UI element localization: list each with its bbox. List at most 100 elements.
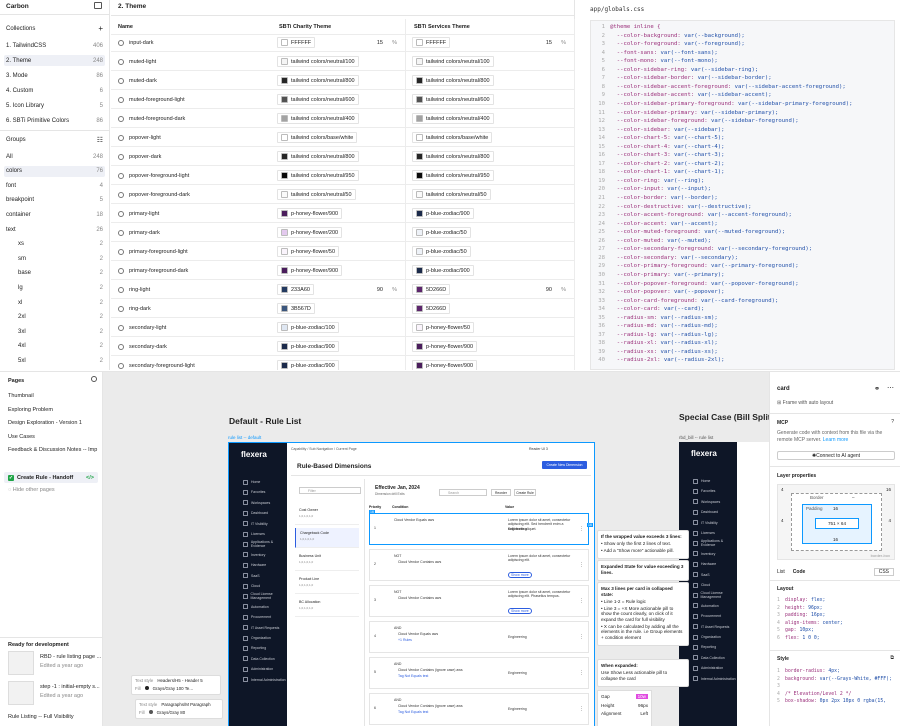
app-nav-item[interactable]: Internal Administration [243, 677, 286, 683]
lang-select[interactable]: CSS [873, 568, 894, 576]
table-row[interactable]: ring-light 233A60 90% 5D266D 90% [111, 280, 575, 299]
learn-more-link[interactable]: Learn more [823, 437, 849, 443]
value-cell[interactable]: tailwind colors/neutral/800 [406, 147, 575, 166]
value-cell[interactable]: p-honey-flower/900 [406, 356, 575, 370]
table-row[interactable]: primary-foreground-dark p-honey-flower/90… [111, 261, 575, 280]
value-cell[interactable]: p-blue-zodiac/900 [406, 204, 575, 223]
copy-icon[interactable]: ⧉ [890, 655, 894, 661]
value-cell[interactable]: tailwind colors/neutral/600 [271, 90, 406, 109]
table-row[interactable]: popover-foreground-dark tailwind colors/n… [111, 185, 575, 204]
rule-menu-icon[interactable]: ⋮ [579, 598, 584, 604]
dimension-item[interactable]: Business Unit 1,0,1,0,1,0 [295, 551, 359, 571]
app-nav-item[interactable]: IT Asset Requests [243, 625, 279, 631]
group-item[interactable]: container 18 [6, 209, 103, 220]
rule-line-3[interactable]: Tag Not Equals test [398, 674, 428, 678]
value-cell[interactable]: p-honey-flower/50 [271, 242, 406, 261]
value-cell[interactable]: p-blue-zodiac/50 [406, 223, 575, 242]
value-cell[interactable]: 233A60 90% [271, 280, 406, 299]
app-nav-item[interactable]: SaaS [243, 573, 260, 579]
table-row[interactable]: primary-foreground-light p-honey-flower/5… [111, 242, 575, 261]
group-item[interactable]: text 26 [6, 224, 103, 235]
app-nav-item[interactable]: IT Visibility [243, 521, 268, 527]
collection-item[interactable]: 5. Icon Library 5 [6, 100, 103, 111]
value-cell[interactable]: tailwind colors/neutral/100 [271, 52, 406, 71]
sidebar-toggle-icon[interactable] [94, 2, 102, 9]
value-cell[interactable]: p-blue-zodiac/900 [271, 337, 406, 356]
layout-code[interactable]: 1 display: flex; 2 height: 96px; 3 padding: 1… [777, 598, 895, 643]
value-cell[interactable]: tailwind colors/neutral/100 [406, 52, 575, 71]
value-cell[interactable]: tailwind colors/neutral/50 [271, 185, 406, 204]
hide-other-pages[interactable]: ◌ Hide other pages [8, 487, 55, 493]
value-cell[interactable]: p-blue-zodiac/100 [271, 318, 406, 337]
group-item[interactable]: 2xl 2 [6, 312, 103, 323]
group-item[interactable]: xs 2 [6, 239, 103, 250]
rule-menu-icon[interactable]: ⋮ [579, 562, 584, 568]
value-cell[interactable]: 3B567D [271, 299, 406, 318]
app-nav-item[interactable]: Favorites [693, 488, 715, 494]
app-nav-item[interactable]: Cloud [693, 582, 710, 588]
value-cell[interactable]: FFFFFF 15% [406, 33, 575, 52]
value-cell[interactable]: 5D266D [406, 299, 575, 318]
rule-search-input[interactable]: Search [439, 489, 487, 496]
app-nav-item[interactable]: Workspaces [243, 500, 270, 506]
rule-card[interactable]: 6 AND Cloud Vendor Contains (ignore case) … [369, 693, 589, 725]
frame1-label[interactable]: rule list -- default [228, 435, 261, 440]
app-nav-item[interactable]: Automation [243, 604, 269, 610]
opacity-value[interactable]: 15 [377, 40, 383, 46]
app-nav-item[interactable]: Inventory [693, 551, 715, 557]
collection-item[interactable]: 2. Theme 248 [4, 55, 105, 66]
style-code[interactable]: 1 border-radius: 4px; 2 background: var(--G… [777, 669, 897, 707]
app-nav-item[interactable]: Automation [693, 603, 719, 609]
table-row[interactable]: muted-light tailwind colors/neutral/100 ta… [111, 52, 575, 71]
show-more-pill[interactable]: Show more [508, 572, 532, 578]
ready-item-title[interactable]: RBD - rule listing page ... [40, 654, 101, 660]
filter-input[interactable]: Filter [299, 487, 361, 494]
group-item[interactable]: All 248 [6, 151, 103, 162]
page-thumbnail[interactable] [8, 681, 34, 705]
value-cell[interactable]: p-honey-flower/900 [271, 261, 406, 280]
app-nav-item[interactable]: Data Collection [243, 656, 275, 662]
app-nav-item[interactable]: Reporting [693, 644, 716, 650]
value-cell[interactable]: p-blue-zodiac/50 [406, 242, 575, 261]
collection-item[interactable]: 6. SBTi Primitive Colors 86 [6, 115, 103, 126]
dimension-item[interactable]: Chargeback Code 1,0,1,0,1,0 [295, 528, 359, 548]
app-nav-item[interactable]: Inventory [243, 552, 265, 558]
group-item[interactable]: font 4 [6, 180, 103, 191]
more-icon[interactable]: ⋯ [887, 384, 894, 392]
app-nav-item[interactable]: Internal Administration [693, 676, 736, 682]
rule-card[interactable]: 2 NOT Cloud Vendor Contains aws Lorem ipsum… [369, 549, 589, 581]
table-row[interactable]: primary-light p-honey-flower/900 p-blue-zo… [111, 204, 575, 223]
rule-card[interactable]: 5 AND Cloud Vendor Contains (ignore case) … [369, 657, 589, 689]
create-rule-button[interactable]: Create Rule [514, 489, 536, 496]
value-cell[interactable]: p-honey-flower/900 [406, 337, 575, 356]
opacity-value[interactable]: 90 [546, 287, 552, 293]
link-icon[interactable]: ⚭ [874, 385, 880, 393]
dimension-item[interactable]: Product Line 1,0,1,0,1,0 [295, 574, 359, 594]
collection-item[interactable]: 4. Custom 6 [6, 85, 103, 96]
value-cell[interactable]: tailwind colors/neutral/800 [271, 147, 406, 166]
app-nav-item[interactable]: Administration [243, 666, 273, 672]
connect-ai-button[interactable]: ✺ Connect to AI agent [777, 451, 895, 460]
app-nav-item[interactable]: Home [243, 479, 260, 485]
app-nav-item[interactable]: Licenses [693, 530, 715, 536]
app-nav-item[interactable]: Hardware [693, 561, 716, 567]
tab-list[interactable]: List [777, 569, 785, 575]
footer-page-item[interactable]: Rule Listing -- Full Visibility [8, 714, 74, 720]
design-canvas[interactable]: Default - Rule List Special Case (Bill S… [103, 372, 769, 726]
page-thumbnail[interactable] [8, 651, 34, 675]
user-label[interactable]: Reader UI 3 [529, 447, 548, 451]
app-nav-item[interactable]: Cloud License Management [693, 591, 737, 599]
group-item[interactable]: sm 2 [6, 253, 103, 264]
app-nav-item[interactable]: Administration [693, 665, 723, 671]
dimension-item[interactable]: Cost Owner 1,0,1,0,1,0 [295, 505, 359, 525]
app-nav-item[interactable]: Organization [243, 635, 271, 641]
rule-menu-icon[interactable]: ⋮ [579, 634, 584, 640]
app-nav-item[interactable]: Cloud License Management [243, 592, 287, 600]
app-nav-item[interactable]: Workspaces [693, 499, 720, 505]
value-cell[interactable]: tailwind colors/base/white [271, 128, 406, 147]
app-nav-item[interactable]: IT Asset Requests [693, 624, 729, 630]
rule-menu-icon[interactable]: ⋮ [579, 670, 584, 676]
group-item[interactable]: breakpoint 5 [6, 195, 103, 206]
app-nav-item[interactable]: Cloud [243, 583, 260, 589]
group-item[interactable]: 3xl 2 [6, 326, 103, 337]
